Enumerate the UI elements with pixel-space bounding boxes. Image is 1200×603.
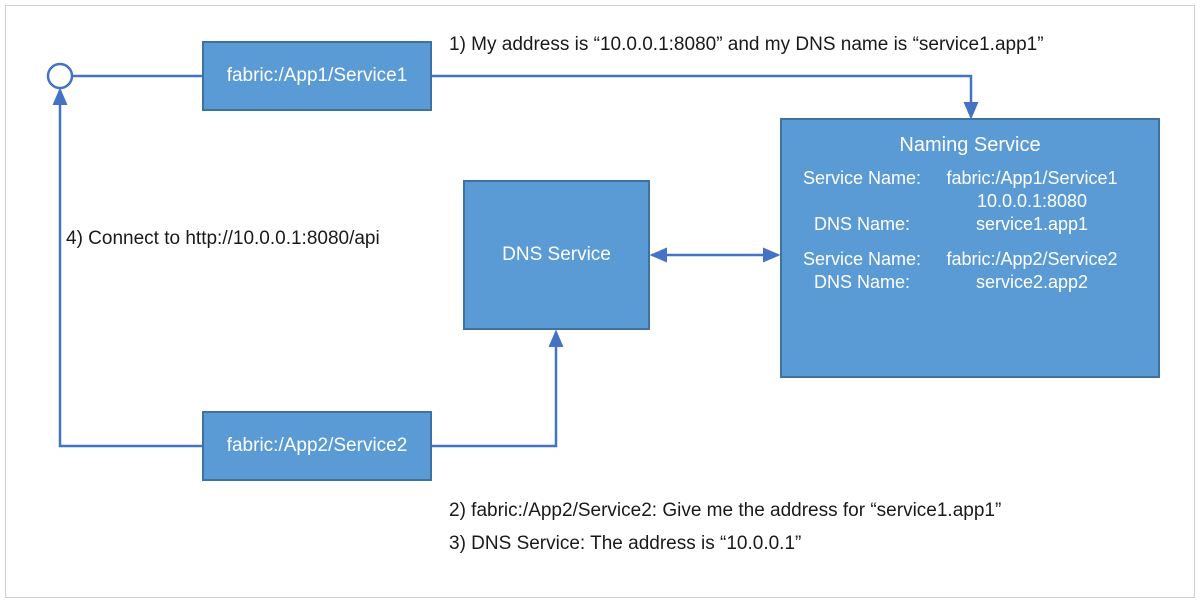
step3-label: 3) DNS Service: The address is “10.0.0.1… <box>449 533 801 555</box>
naming-service-box: Naming Service Service Name: fabric:/App… <box>780 118 1160 378</box>
arrow-step1 <box>432 76 971 117</box>
naming-entry-1-service-name: fabric:/App2/Service2 <box>924 249 1140 270</box>
service2-box: fabric:/App2/Service2 <box>202 411 432 481</box>
naming-entry-0-service-name: fabric:/App1/Service1 <box>924 168 1140 189</box>
service1-box: fabric:/App1/Service1 <box>202 41 432 111</box>
start-node-icon <box>48 64 72 88</box>
step2-label: 2) fabric:/App2/Service2: Give me the ad… <box>449 500 1001 522</box>
naming-service-title: Naming Service <box>800 134 1140 157</box>
dns-service-label: DNS Service <box>502 244 611 266</box>
naming-entry-1-service-label: Service Name: <box>800 249 924 270</box>
step1-label: 1) My address is “10.0.0.1:8080” and my … <box>449 34 1044 56</box>
naming-entry-0-service-label: Service Name: <box>800 168 924 189</box>
arrow-step2 <box>432 332 556 446</box>
step4-label: 4) Connect to http://10.0.0.1:8080/api <box>66 228 380 250</box>
diagram-canvas: fabric:/App1/Service1 fabric:/App2/Servi… <box>5 5 1195 598</box>
service2-label: fabric:/App2/Service2 <box>227 435 408 457</box>
naming-entry-0-address: 10.0.0.1:8080 <box>924 191 1140 212</box>
arrow-step4 <box>60 90 202 446</box>
dns-service-box: DNS Service <box>463 180 650 330</box>
naming-entry-1-dns-name: service2.app2 <box>924 272 1140 293</box>
naming-entry-0-dns-label: DNS Name: <box>800 214 924 235</box>
naming-entry-1-dns-label: DNS Name: <box>800 272 924 293</box>
naming-entry-0-dns-name: service1.app1 <box>924 214 1140 235</box>
service1-label: fabric:/App1/Service1 <box>227 65 408 87</box>
